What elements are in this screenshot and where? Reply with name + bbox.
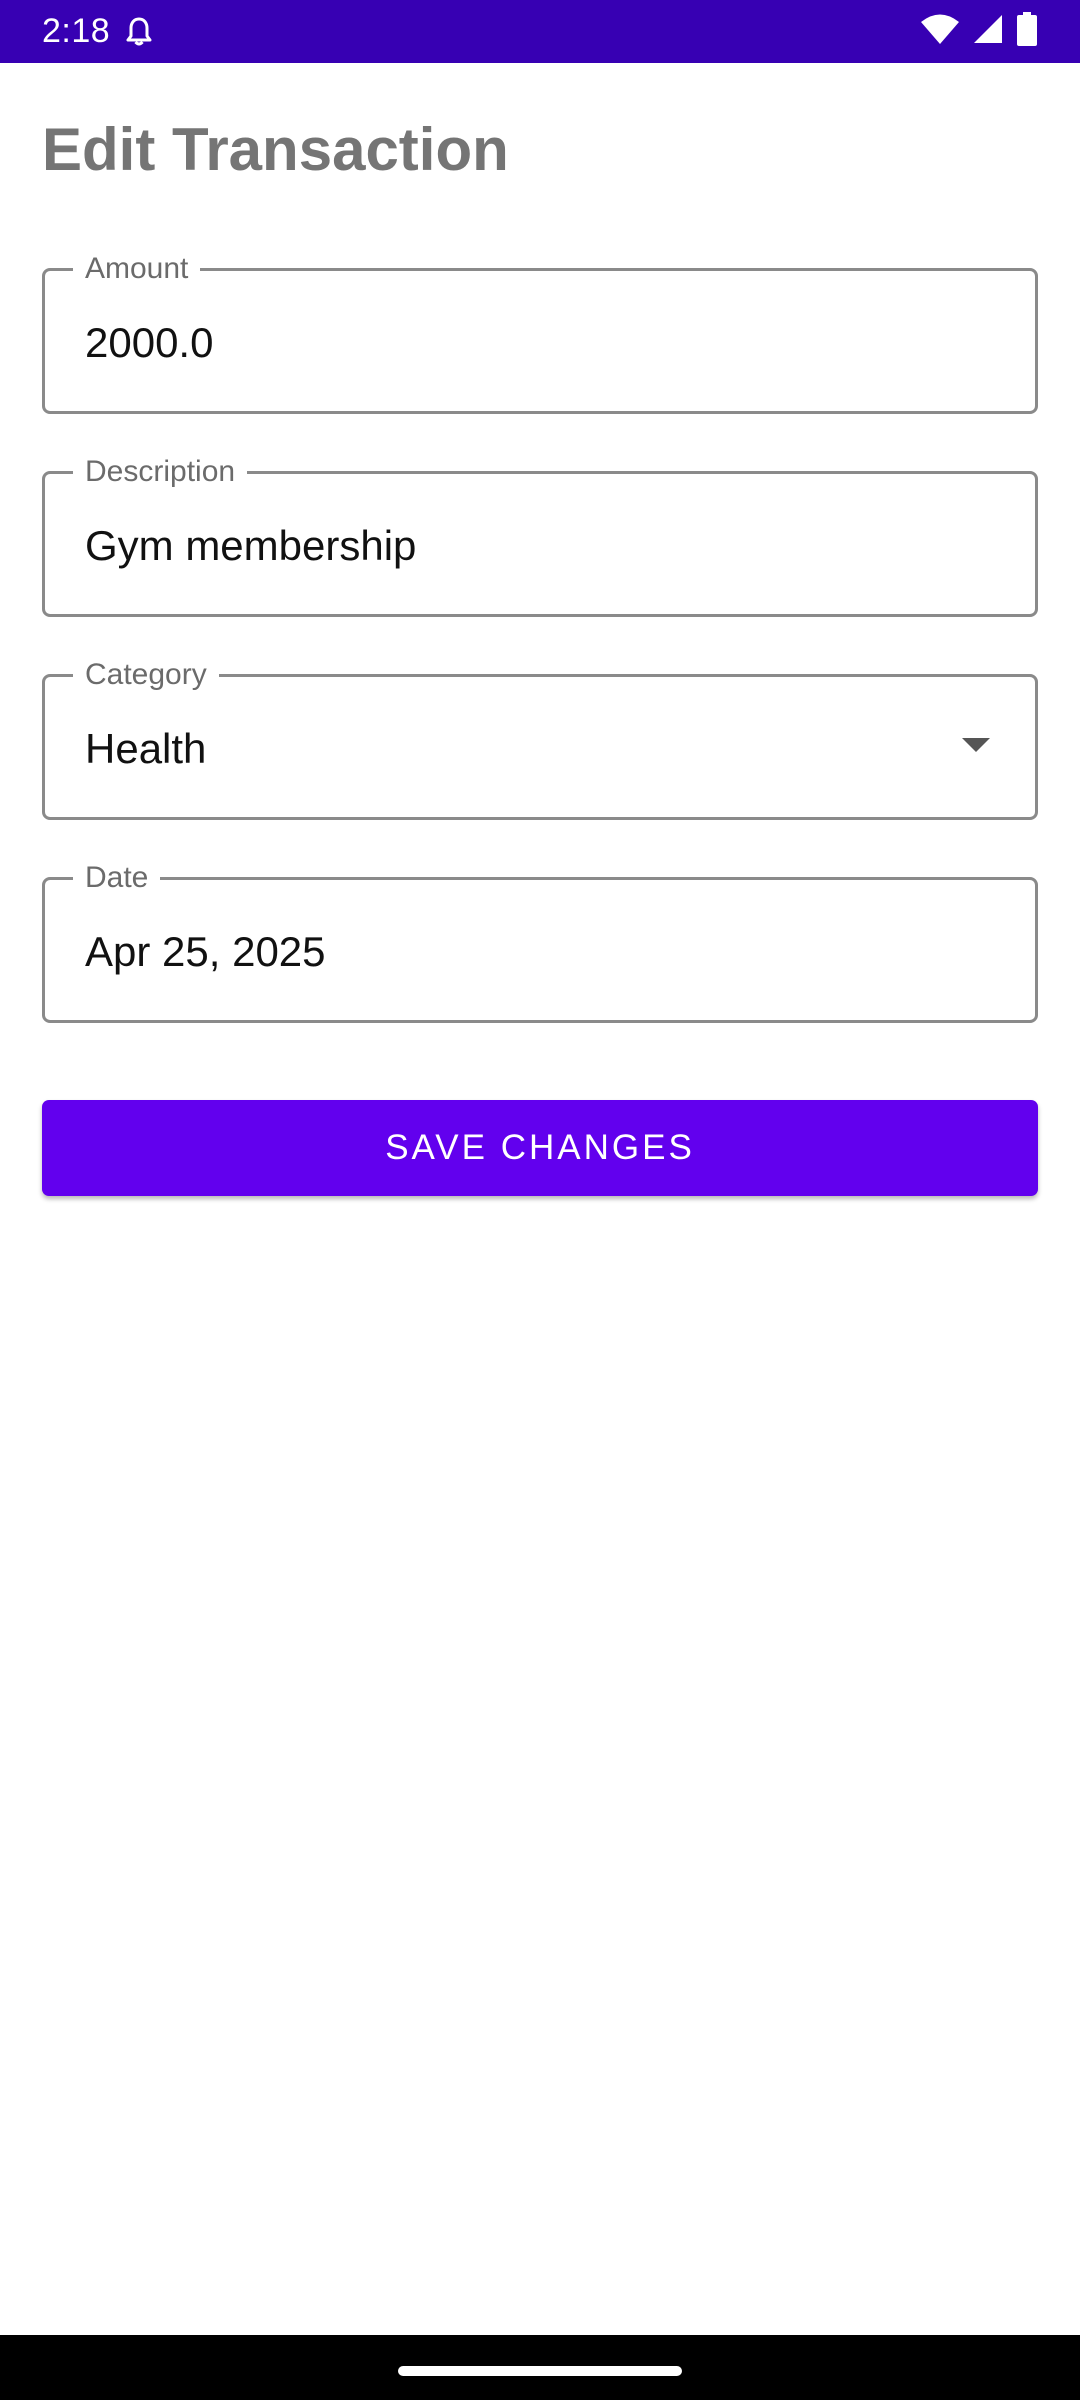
status-bar: 2:18	[0, 0, 1080, 63]
description-input[interactable]: Gym membership	[85, 520, 965, 572]
save-changes-button[interactable]: SAVE CHANGES	[42, 1100, 1038, 1196]
category-dropdown[interactable]: Category Health	[42, 655, 1038, 820]
home-gesture-handle[interactable]	[398, 2366, 682, 2376]
date-input[interactable]: Apr 25, 2025	[85, 926, 965, 978]
wifi-icon	[920, 13, 960, 50]
signal-icon	[972, 13, 1004, 50]
status-time: 2:18	[42, 12, 111, 50]
description-label: Description	[73, 452, 248, 492]
category-label: Category	[73, 655, 219, 695]
amount-field[interactable]: Amount 2000.0	[42, 249, 1038, 414]
dropdown-arrow-icon[interactable]	[962, 738, 990, 752]
page-title: Edit Transaction	[42, 116, 509, 183]
status-icons	[920, 12, 1038, 51]
navigation-bar	[0, 2335, 1080, 2400]
amount-input[interactable]: 2000.0	[85, 317, 965, 369]
amount-label: Amount	[73, 249, 201, 289]
category-selected-value[interactable]: Health	[85, 723, 965, 775]
description-field[interactable]: Description Gym membership	[42, 452, 1038, 617]
date-field[interactable]: Date Apr 25, 2025	[42, 858, 1038, 1023]
battery-icon	[1016, 12, 1038, 51]
date-label: Date	[73, 858, 161, 898]
bell-icon	[124, 15, 154, 49]
